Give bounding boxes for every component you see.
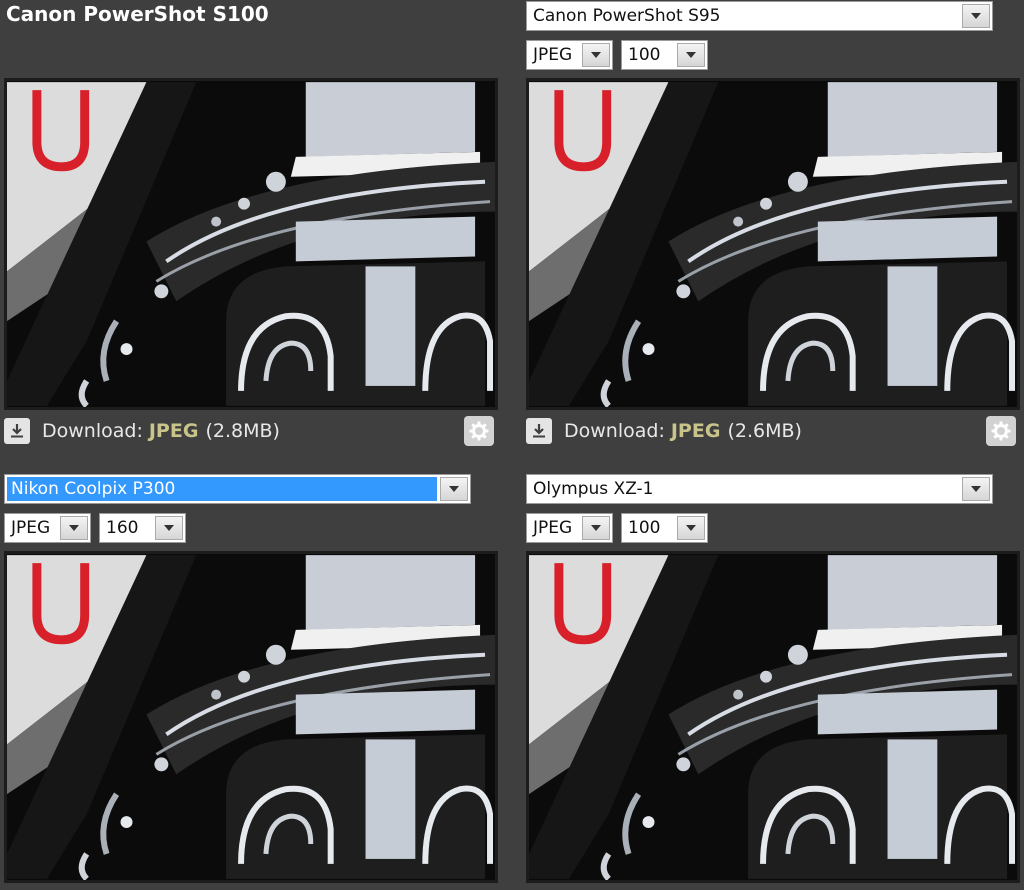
- iso-select-value: 160: [106, 518, 139, 538]
- camera-select-value: Nikon Coolpix P300: [7, 477, 437, 501]
- sample-image-viewer[interactable]: [4, 551, 498, 883]
- sample-image: [7, 554, 495, 880]
- sample-image-viewer[interactable]: [526, 551, 1020, 883]
- camera-select[interactable]: Olympus XZ-1: [526, 474, 993, 504]
- download-icon[interactable]: [4, 418, 30, 444]
- format-select-value: JPEG: [533, 45, 573, 65]
- chevron-down-icon[interactable]: [962, 4, 990, 28]
- camera-select[interactable]: Nikon Coolpix P300: [4, 474, 471, 504]
- chevron-down-icon[interactable]: [582, 516, 610, 540]
- camera-select[interactable]: Canon PowerShot S95: [526, 1, 993, 31]
- chevron-down-icon[interactable]: [440, 477, 468, 501]
- camera-select-value: Canon PowerShot S95: [533, 6, 721, 26]
- format-select[interactable]: JPEG: [526, 513, 613, 543]
- format-select-value: JPEG: [533, 518, 573, 538]
- sample-image: [529, 554, 1017, 880]
- gear-icon[interactable]: [464, 416, 494, 446]
- format-select-value: JPEG: [11, 518, 51, 538]
- iso-select[interactable]: 100: [621, 40, 708, 70]
- iso-select[interactable]: 160: [99, 513, 186, 543]
- sample-image: [7, 81, 495, 407]
- iso-select-value: 100: [628, 45, 661, 65]
- iso-select-value: 100: [628, 518, 661, 538]
- sample-image-viewer[interactable]: [4, 78, 498, 410]
- chevron-down-icon[interactable]: [582, 43, 610, 67]
- download-label: Download:: [42, 420, 143, 442]
- camera-select-value: Olympus XZ-1: [533, 479, 654, 499]
- camera-title: Canon PowerShot S100: [6, 2, 269, 26]
- iso-select[interactable]: 100: [621, 513, 708, 543]
- download-size: (2.6MB): [727, 420, 802, 442]
- download-format-link[interactable]: JPEG: [671, 420, 721, 442]
- download-label: Download:: [564, 420, 665, 442]
- download-size: (2.8MB): [205, 420, 280, 442]
- download-format-link[interactable]: JPEG: [149, 420, 199, 442]
- gear-icon[interactable]: [986, 416, 1016, 446]
- chevron-down-icon[interactable]: [677, 43, 705, 67]
- download-icon[interactable]: [526, 418, 552, 444]
- sample-image: [529, 81, 1017, 407]
- chevron-down-icon[interactable]: [677, 516, 705, 540]
- format-select[interactable]: JPEG: [526, 40, 613, 70]
- sample-image-viewer[interactable]: [526, 78, 1020, 410]
- download-row: Download: JPEG (2.6MB): [526, 415, 802, 447]
- chevron-down-icon[interactable]: [60, 516, 88, 540]
- download-row: Download: JPEG (2.8MB): [4, 415, 280, 447]
- format-select[interactable]: JPEG: [4, 513, 91, 543]
- chevron-down-icon[interactable]: [155, 516, 183, 540]
- chevron-down-icon[interactable]: [962, 477, 990, 501]
